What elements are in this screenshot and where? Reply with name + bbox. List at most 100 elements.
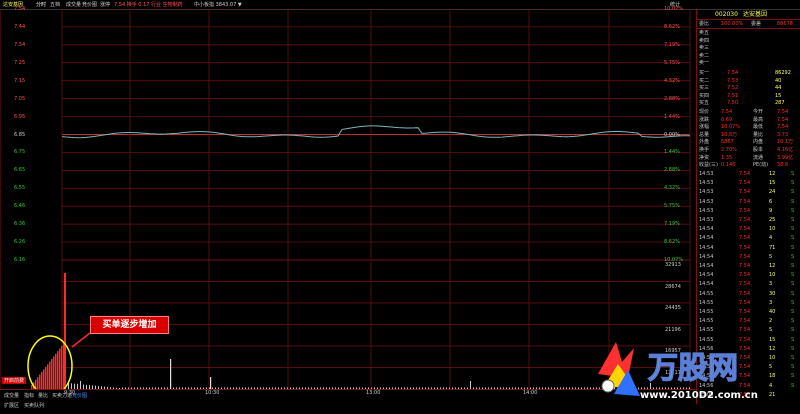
trade-time: 14:55 (699, 309, 714, 315)
quote-label: 外盘 (699, 139, 710, 146)
tab-five-levels[interactable]: 五档 (50, 1, 60, 8)
trade-price: 7.54 (739, 281, 751, 288)
trade-price: 7.54 (739, 171, 751, 177)
price-tick-label: 7.15 (14, 77, 26, 84)
sell-level-row: 卖三 (697, 45, 800, 52)
index-info: 中小板指 3843.07 ▼ (194, 2, 242, 8)
trade-time: 14:53 (699, 171, 714, 177)
tab-bottom-volume[interactable]: 成交量 (4, 392, 19, 399)
tab-bottom-force[interactable]: 买卖力道 (52, 392, 72, 399)
trade-volume: 9 (769, 207, 773, 214)
trade-time: 14:54 (699, 226, 714, 233)
quote-label-2: 内盘 (753, 139, 764, 146)
volume-bar (470, 381, 471, 389)
trade-row: 14:53 7.54 25 S (697, 217, 800, 224)
callout-arrow (71, 332, 91, 348)
quote-value: 7.54 (721, 109, 733, 115)
trade-direction: S (791, 207, 795, 214)
price-tick-label: 7.34 (14, 41, 26, 48)
trade-price: 7.54 (739, 180, 751, 187)
quote-value-2: 7.54 (777, 116, 789, 123)
quote-value: 2.70% (721, 147, 737, 153)
buy-level-label: 买二 (699, 77, 710, 84)
tab-volume[interactable]: 成交量 (66, 1, 81, 8)
tab-limit-up[interactable]: 涨停 (100, 1, 110, 8)
stock-code: 002030 (715, 11, 738, 18)
trade-price: 7.54 (739, 217, 751, 223)
sell-level-row: 卖四 (697, 38, 800, 45)
quote-row: 涨跌 0.69 最高 7.54 (697, 117, 800, 124)
trade-direction: S (791, 198, 795, 205)
volume-tick-label: 28674 (665, 283, 681, 290)
trade-direction: S (791, 318, 795, 325)
price-tick-label: 6.75 (14, 149, 26, 156)
percent-tick-label: 2.88% (664, 167, 680, 174)
buy-level-label: 买一 (699, 70, 710, 76)
percent-tick-label: 2.88% (664, 95, 680, 102)
trade-row: 14:53 7.54 15 S (697, 180, 800, 187)
trade-time: 14:53 (699, 180, 714, 187)
price-tick-label: 6.65 (14, 167, 26, 174)
tab-bottom-queue[interactable]: 买卖队列 (24, 402, 44, 409)
percent-tick-label: 1.44% (664, 149, 680, 156)
sell-level-label: 卖二 (699, 52, 710, 59)
tab-bottom-auction[interactable]: 竞价图 (72, 392, 87, 399)
auction-volume-bar (57, 351, 59, 389)
quote-label: 现价 (699, 109, 710, 115)
sell-level-label: 卖五 (699, 30, 710, 36)
trade-price: 7.54 (739, 244, 751, 251)
trade-volume: 6 (769, 198, 773, 205)
buy-level-price: 7.50 (727, 100, 739, 107)
trade-price: 7.54 (739, 263, 751, 269)
price-tick-label: 7.25 (14, 59, 26, 66)
trade-price: 7.54 (739, 253, 751, 260)
trade-price: 7.54 (739, 290, 751, 297)
buy-level-volume: 287 (775, 100, 785, 107)
trade-row: 14:53 7.54 24 S (697, 189, 800, 196)
tab-auction[interactable]: 竞价图 (82, 1, 97, 8)
logo-figure-icon (598, 342, 640, 396)
trade-volume: 15 (769, 180, 776, 187)
tab-bottom-expand[interactable]: 扩展区 (4, 402, 19, 409)
quote-value-2: 3.73 (777, 131, 789, 138)
opening-volume-bar (64, 273, 66, 389)
buy-level-row: 买三 7.52 44 (697, 85, 800, 92)
quote-value-2: 38.6 (777, 162, 789, 169)
quote-label: 总量 (699, 131, 710, 138)
auction-volume-bar (61, 346, 63, 389)
quote-value-2: 3.99亿 (777, 154, 794, 161)
quote-label: 换手 (699, 147, 710, 153)
buy-level-row: 买五 7.50 287 (697, 100, 800, 107)
expand-badge[interactable]: 开启前费 (2, 377, 27, 384)
quote-value-2: 7.54 (777, 109, 789, 115)
quote-value-2: 10.1万 (777, 139, 794, 146)
percent-tick-label: 10.07% (664, 6, 684, 12)
percent-tick-label: 7.19% (664, 41, 680, 48)
quote-row: 收益(三) 0.146 PE(动) 38.6 (697, 162, 800, 169)
quote-label-2: 流通 (753, 154, 764, 161)
tab-bottom-ratio[interactable]: 量比 (38, 392, 48, 399)
volume-bar (80, 381, 81, 389)
tab-bottom-indicator[interactable]: 指标 (24, 392, 34, 399)
trade-direction: S (791, 189, 795, 196)
price-tick-label: 6.95 (14, 113, 26, 120)
auction-volume-bar (45, 366, 47, 389)
quote-value: 1.35 (721, 154, 733, 161)
trade-time: 14:53 (699, 207, 714, 214)
buy-level-volume: 15 (775, 92, 782, 99)
stock-header: 002030 达安基因 (697, 10, 800, 20)
trade-volume: 25 (769, 217, 776, 223)
order-diff-value: 86678 (777, 21, 793, 27)
trade-direction: S (791, 299, 795, 306)
trade-volume: 71 (769, 244, 776, 251)
trade-row: 14:53 7.54 6 S (697, 199, 800, 206)
tab-intraday[interactable]: 分时 (36, 1, 46, 8)
buy-level-row: 买二 7.53 40 (697, 78, 800, 85)
trade-row: 14:54 7.54 10 S (697, 272, 800, 279)
percent-tick-label: 8.62% (664, 239, 680, 246)
price-tick-label: 7.54 (14, 6, 26, 12)
percent-tick-label: 0.00% (664, 131, 680, 138)
price-line (61, 125, 690, 139)
trade-volume: 24 (769, 189, 776, 196)
trade-volume: 40 (769, 309, 776, 315)
